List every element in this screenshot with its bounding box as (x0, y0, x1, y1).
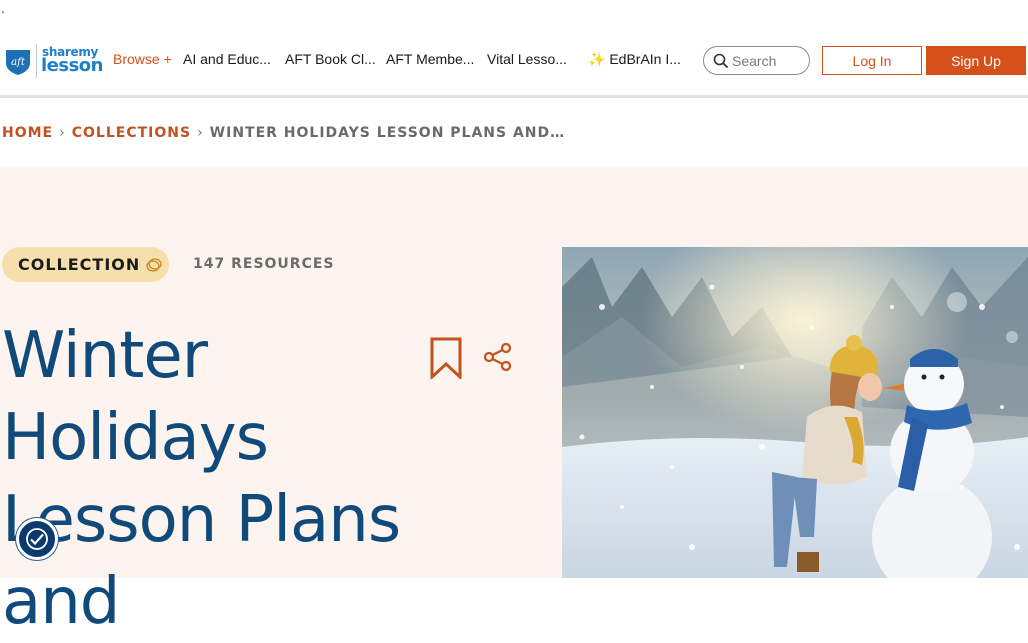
site-header: aft sharemy lesson Browse + AI and Educ.… (0, 22, 1028, 98)
login-button[interactable]: Log In (822, 46, 922, 75)
bookmark-icon[interactable] (430, 337, 462, 379)
nav-aft-book-club[interactable]: AFT Book Cl... (285, 51, 376, 67)
breadcrumb-home[interactable]: HOME (2, 125, 53, 141)
svg-text:aft: aft (11, 57, 26, 68)
nav-aft-members[interactable]: AFT Membe... (386, 51, 474, 67)
nav-edbrain[interactable]: ✨ EdBrAIn I... (588, 51, 681, 68)
share-icon[interactable] (483, 342, 513, 372)
search-box[interactable] (703, 46, 810, 75)
breadcrumb: HOME › COLLECTIONS › WINTER HOLIDAYS LESSON … (2, 125, 565, 143)
nav-ai-and-education[interactable]: AI and Educ... (183, 51, 271, 67)
collection-badge: COLLECTION (2, 247, 169, 282)
search-input[interactable] (732, 51, 806, 71)
breadcrumb-current: WINTER HOLIDAYS LESSON PLANS AND… (209, 125, 566, 141)
top-dot: . (1, 2, 5, 16)
resource-count: 147 RESOURCES (193, 256, 335, 272)
nav-vital-lessons[interactable]: Vital Lesso... (487, 51, 567, 67)
collection-badge-label: COLLECTION (18, 255, 141, 274)
accessibility-check-icon (26, 528, 48, 550)
girl-kissing-snowman-photo (562, 247, 1028, 578)
breadcrumb-separator: › (197, 125, 204, 141)
rings-icon (146, 257, 162, 272)
signup-button[interactable]: Sign Up (926, 46, 1026, 75)
logo-text-bottom: lesson (41, 55, 104, 76)
accessibility-widget-button[interactable] (16, 518, 58, 560)
logo-divider (36, 44, 37, 78)
breadcrumb-separator: › (59, 125, 66, 141)
sharemylesson-logo[interactable]: aft sharemy lesson (3, 44, 104, 78)
search-icon (713, 53, 729, 69)
aft-logo-icon: aft (6, 50, 30, 75)
collection-hero: COLLECTION 147 RESOURCES Winter Holidays… (0, 167, 1028, 639)
breadcrumb-collections[interactable]: COLLECTIONS (72, 125, 191, 141)
nav-browse[interactable]: Browse + (113, 51, 172, 67)
page-title: Winter Holidays Lesson Plans and (2, 319, 401, 639)
